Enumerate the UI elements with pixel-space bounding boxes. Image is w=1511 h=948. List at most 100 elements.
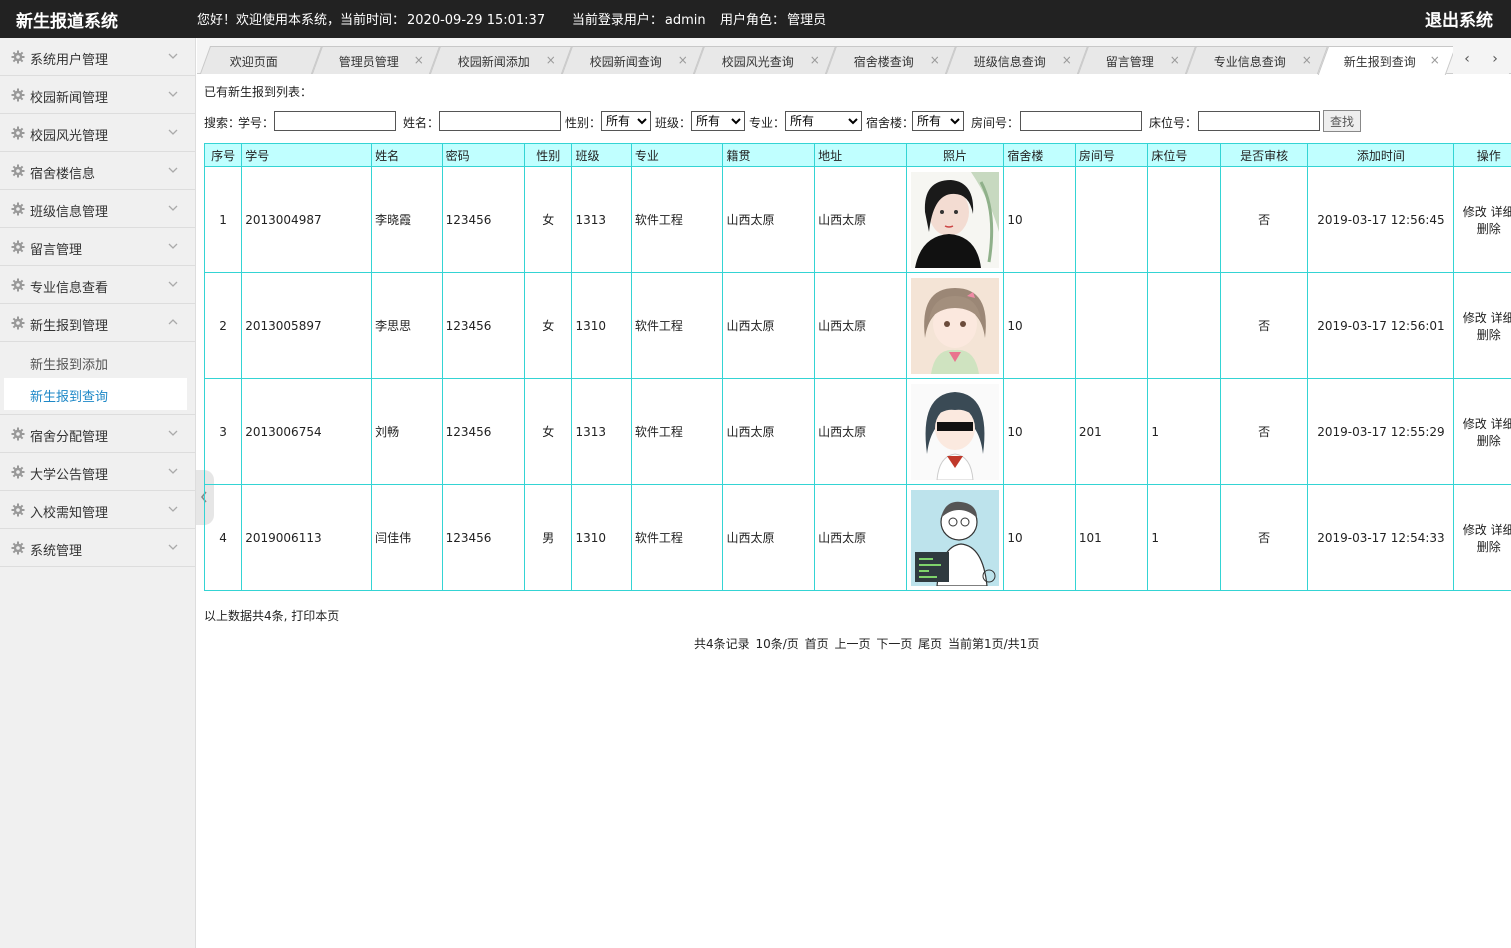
column-header: 操作 bbox=[1453, 143, 1511, 167]
column-header: 性别 bbox=[524, 143, 573, 167]
logout-button[interactable]: 退出系统 bbox=[1425, 6, 1493, 31]
sidebar-item[interactable]: 新生报到管理 bbox=[0, 304, 195, 342]
sidebar-item[interactable]: 班级信息管理 bbox=[0, 190, 195, 228]
tab-inner: 留言管理 × bbox=[1084, 47, 1190, 74]
major-select[interactable]: 所有 bbox=[785, 111, 862, 131]
sidebar-item[interactable]: 大学公告管理 bbox=[0, 453, 195, 491]
close-icon[interactable]: × bbox=[930, 53, 940, 67]
close-icon[interactable]: × bbox=[546, 53, 556, 67]
cell-pwd: 123456 bbox=[441, 484, 526, 591]
cell-time: 2019-03-17 12:54:33 bbox=[1307, 484, 1455, 591]
detail-link[interactable]: 详细 bbox=[1491, 417, 1511, 431]
close-icon[interactable]: × bbox=[1430, 53, 1440, 67]
sidebar-item[interactable]: 入校需知管理 bbox=[0, 491, 195, 529]
close-icon[interactable]: × bbox=[1302, 53, 1312, 67]
tab[interactable]: 校园风光查询 × bbox=[693, 46, 837, 74]
close-icon[interactable]: × bbox=[414, 53, 424, 67]
sidebar-item[interactable]: 专业信息查看 bbox=[0, 266, 195, 304]
student-photo bbox=[907, 489, 1004, 586]
delete-link[interactable]: 删除 bbox=[1477, 328, 1501, 342]
tab-next-button[interactable]: › bbox=[1481, 46, 1509, 74]
footer-note: 以上数据共4条, 打印本页 bbox=[204, 609, 340, 623]
room-input[interactable] bbox=[1020, 111, 1142, 131]
tab[interactable]: 欢迎页面 bbox=[199, 46, 323, 74]
search-button[interactable]: 查找 bbox=[1323, 110, 1361, 132]
sidebar-item-label: 系统用户管理 bbox=[30, 53, 109, 68]
tab[interactable]: 校园新闻查询 × bbox=[561, 46, 705, 74]
sidebar-item-label: 大学公告管理 bbox=[30, 468, 109, 483]
edit-link[interactable]: 修改 bbox=[1463, 417, 1487, 431]
sidebar-item[interactable]: 留言管理 bbox=[0, 228, 195, 266]
chevron-down-icon bbox=[167, 202, 179, 214]
cell-dorm: 10 bbox=[1003, 272, 1076, 379]
tab-prev-button[interactable]: ‹ bbox=[1453, 46, 1481, 74]
sidebar-item[interactable]: 系统用户管理 bbox=[0, 38, 195, 76]
detail-link[interactable]: 详细 bbox=[1491, 205, 1511, 219]
class-label: 班级： bbox=[655, 116, 692, 130]
sidebar-item[interactable]: 校园新闻管理 bbox=[0, 76, 195, 114]
pager-last[interactable]: 尾页 bbox=[918, 637, 942, 651]
cell-no: 3 bbox=[203, 378, 243, 485]
sidebar-subitem[interactable]: 新生报到查询 bbox=[4, 378, 187, 410]
cell-cls: 1313 bbox=[571, 166, 632, 273]
edit-link[interactable]: 修改 bbox=[1463, 205, 1487, 219]
delete-link[interactable]: 删除 bbox=[1477, 540, 1501, 554]
edit-link[interactable]: 修改 bbox=[1463, 523, 1487, 537]
cell-native: 山西太原 bbox=[722, 272, 816, 379]
tab[interactable]: 校园新闻添加 × bbox=[429, 46, 573, 74]
tab[interactable]: 专业信息查询 × bbox=[1185, 46, 1329, 74]
sidebar-item[interactable]: 系统管理 bbox=[0, 529, 195, 567]
pager-first[interactable]: 首页 bbox=[805, 637, 829, 651]
sidebar-item-label: 校园新闻管理 bbox=[30, 91, 109, 106]
sidebar-item[interactable]: 宿舍分配管理 bbox=[0, 415, 195, 453]
column-header: 序号 bbox=[203, 143, 243, 167]
pager-next[interactable]: 下一页 bbox=[876, 637, 912, 651]
delete-link[interactable]: 删除 bbox=[1477, 222, 1501, 236]
detail-link[interactable]: 详细 bbox=[1491, 523, 1511, 537]
close-icon[interactable]: × bbox=[1062, 53, 1072, 67]
sidebar-item-label: 留言管理 bbox=[30, 243, 83, 258]
chevron-down-icon bbox=[167, 126, 179, 138]
sidebar-item[interactable]: 宿舍楼信息 bbox=[0, 152, 195, 190]
gear-icon bbox=[11, 50, 25, 64]
student-photo bbox=[907, 383, 1004, 480]
tab[interactable]: 管理员管理 × bbox=[311, 46, 441, 74]
table-row: 1 2013004987 李晓霞 123456 女 1313 软件工程 山西太原 山西太原 10 否… bbox=[203, 166, 1511, 273]
close-icon[interactable]: × bbox=[678, 53, 688, 67]
dorm-select[interactable]: 所有 bbox=[912, 111, 964, 131]
pager-total: 共4条记录 bbox=[694, 637, 750, 651]
current-time: 2020-09-29 15:01:37 bbox=[407, 13, 546, 28]
cell-time: 2019-03-17 12:56:01 bbox=[1307, 272, 1455, 379]
class-select[interactable]: 所有 bbox=[691, 111, 745, 131]
cell-time: 2019-03-17 12:56:45 bbox=[1307, 166, 1455, 273]
bed-input[interactable] bbox=[1198, 111, 1320, 131]
tab[interactable]: 新生报到查询 × bbox=[1317, 46, 1457, 75]
name-input[interactable] bbox=[439, 111, 561, 131]
app-title: 新生报道系统 bbox=[16, 12, 118, 32]
close-icon[interactable]: × bbox=[1170, 53, 1180, 67]
cell-major: 软件工程 bbox=[630, 166, 724, 273]
cell-no: 4 bbox=[203, 484, 243, 591]
bed-label: 床位号： bbox=[1149, 116, 1198, 130]
column-header: 是否审核 bbox=[1219, 143, 1309, 167]
role-label: 用户角色： bbox=[720, 13, 786, 28]
gender-select[interactable]: 所有 bbox=[601, 111, 651, 131]
edit-link[interactable]: 修改 bbox=[1463, 311, 1487, 325]
chevron-down-icon bbox=[167, 278, 179, 290]
cell-sid: 2013005897 bbox=[241, 272, 373, 379]
tab[interactable]: 宿舍楼查询 × bbox=[825, 46, 957, 74]
student-no-input[interactable] bbox=[274, 111, 396, 131]
sidebar-subitem[interactable]: 新生报到添加 bbox=[4, 346, 187, 378]
sidebar-subitem-label: 新生报到添加 bbox=[30, 358, 109, 373]
cell-actions: 修改 详细删除 bbox=[1453, 378, 1511, 485]
pager-prev[interactable]: 上一页 bbox=[834, 637, 870, 651]
tab[interactable]: 班级信息查询 × bbox=[945, 46, 1089, 74]
sidebar-item[interactable]: 校园风光管理 bbox=[0, 114, 195, 152]
tab[interactable]: 留言管理 × bbox=[1077, 46, 1197, 74]
delete-link[interactable]: 删除 bbox=[1477, 434, 1501, 448]
close-icon[interactable]: × bbox=[810, 53, 820, 67]
user-role: 管理员 bbox=[787, 13, 827, 28]
cell-sid: 2013004987 bbox=[241, 166, 373, 273]
detail-link[interactable]: 详细 bbox=[1491, 311, 1511, 325]
tab-inner: 班级信息查询 × bbox=[952, 47, 1082, 74]
